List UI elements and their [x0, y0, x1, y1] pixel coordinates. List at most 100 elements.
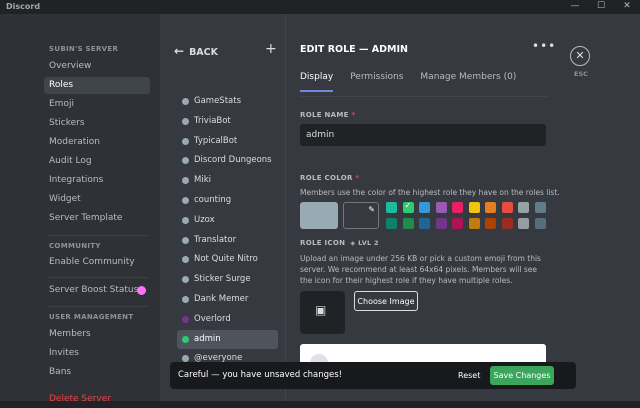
- server-header: SUBIN'S SERVER: [49, 45, 119, 53]
- page-title: EDIT ROLE — ADMIN: [300, 44, 408, 55]
- sidebar-item-label: Server Boost Status: [49, 285, 139, 295]
- community-header: COMMUNITY: [49, 242, 101, 250]
- color-swatch[interactable]: [485, 218, 496, 229]
- tab-manage-members[interactable]: Manage Members (0): [420, 72, 516, 92]
- sidebar-item-audit-log[interactable]: Audit Log: [44, 153, 150, 170]
- default-color-swatch[interactable]: [300, 202, 338, 229]
- role-name: admin: [194, 333, 221, 344]
- divider: [48, 277, 148, 278]
- upload-icon-box[interactable]: ▣: [300, 291, 345, 334]
- color-swatch[interactable]: [386, 218, 397, 229]
- add-role-icon[interactable]: +: [265, 41, 277, 57]
- color-swatch[interactable]: [435, 202, 447, 213]
- role-color-dot: [182, 256, 189, 264]
- color-swatch[interactable]: [452, 202, 463, 213]
- reset-button[interactable]: Reset: [458, 371, 480, 380]
- role-color-description: Members use the color of the highest rol…: [300, 188, 560, 197]
- role-icon-description: Upload an image under 256 KB or pick a c…: [300, 254, 541, 285]
- role-icon-label: ROLE ICON ◈ LVL 2: [300, 239, 379, 247]
- level-badge: ◈ LVL 2: [350, 239, 379, 247]
- back-button[interactable]: ← BACK: [174, 44, 218, 58]
- color-swatch[interactable]: [534, 202, 546, 213]
- role-item[interactable]: Miki: [177, 171, 278, 190]
- color-swatch[interactable]: [518, 202, 529, 213]
- role-name: Translator: [194, 234, 237, 245]
- sidebar-item-members[interactable]: Members: [44, 326, 150, 343]
- sidebar-item-emoji[interactable]: Emoji: [44, 96, 150, 113]
- image-add-icon: ▣: [315, 303, 327, 317]
- role-item[interactable]: Translator: [177, 231, 278, 250]
- color-swatch[interactable]: [501, 218, 513, 229]
- role-item[interactable]: Overlord: [177, 310, 278, 329]
- color-swatch[interactable]: [435, 218, 447, 229]
- role-item[interactable]: counting: [177, 191, 278, 210]
- sidebar-item-invites[interactable]: Invites: [44, 345, 150, 362]
- sidebar-item-server-template[interactable]: Server Template: [44, 210, 150, 227]
- sidebar-item-server-boost[interactable]: Server Boost Status: [44, 282, 150, 299]
- sidebar-item-integrations[interactable]: Integrations: [44, 172, 150, 189]
- close-window-icon[interactable]: ✕: [614, 0, 640, 14]
- color-swatch[interactable]: [534, 218, 546, 229]
- role-color-dot: [182, 335, 189, 343]
- roles-list: ← BACK + GameStats TriviaBot TypicalBot Disc…: [160, 14, 286, 401]
- color-swatch[interactable]: [419, 218, 430, 229]
- sidebar-item-delete-server[interactable]: Delete Server: [44, 391, 150, 408]
- more-options-icon[interactable]: •••: [532, 39, 556, 53]
- role-item[interactable]: TypicalBot: [177, 132, 278, 151]
- color-swatch[interactable]: [501, 202, 513, 213]
- role-item[interactable]: GameStats: [177, 92, 278, 111]
- color-swatch[interactable]: [518, 218, 529, 229]
- color-swatch[interactable]: [386, 202, 397, 213]
- close-icon[interactable]: ✕: [570, 46, 590, 66]
- role-color-dot: [182, 98, 189, 105]
- role-name-label: ROLE NAME *: [300, 111, 356, 119]
- role-name: Not Quite Nitro: [194, 254, 258, 265]
- custom-color-picker[interactable]: ✎: [343, 202, 379, 229]
- role-name: Discord Dungeons: [194, 155, 272, 166]
- role-color-label: ROLE COLOR *: [300, 174, 360, 182]
- color-swatch[interactable]: [468, 218, 480, 229]
- color-swatch[interactable]: [419, 202, 430, 213]
- color-swatch[interactable]: [402, 201, 414, 213]
- role-color-dot: [182, 276, 189, 284]
- user-management-header: USER MANAGEMENT: [49, 313, 134, 321]
- role-color-dot: [182, 296, 189, 303]
- minimize-icon[interactable]: —: [562, 0, 588, 14]
- sidebar-item-roles[interactable]: Roles: [44, 77, 150, 94]
- sidebar-item-overview[interactable]: Overview: [44, 58, 150, 75]
- role-color-dot: [182, 197, 189, 204]
- role-name: TypicalBot: [194, 135, 238, 146]
- sidebar-item-moderation[interactable]: Moderation: [44, 134, 150, 151]
- divider: [300, 96, 548, 97]
- maximize-icon[interactable]: ☐: [588, 0, 614, 14]
- role-item[interactable]: Uzox: [177, 211, 278, 230]
- role-name: GameStats: [194, 96, 242, 106]
- role-item[interactable]: TriviaBot: [177, 112, 278, 131]
- color-swatch[interactable]: [402, 218, 414, 229]
- settings-sidebar: SUBIN'S SERVER Overview Roles Emoji Stic…: [0, 14, 160, 404]
- tab-display[interactable]: Display: [300, 72, 334, 92]
- sidebar-item-widget[interactable]: Widget: [44, 191, 150, 208]
- role-item[interactable]: admin: [177, 329, 278, 349]
- role-item[interactable]: Not Quite Nitro: [177, 250, 278, 269]
- color-swatch[interactable]: [468, 202, 480, 213]
- role-item[interactable]: Dank Memer: [177, 290, 278, 309]
- save-changes-button[interactable]: Save Changes: [490, 366, 554, 385]
- boost-icon: [137, 286, 146, 295]
- sidebar-item-stickers[interactable]: Stickers: [44, 115, 150, 132]
- role-name: Overlord: [194, 313, 231, 324]
- role-name: Miki: [194, 175, 211, 186]
- divider: [48, 306, 148, 307]
- role-color-dot: [182, 315, 189, 323]
- choose-image-button[interactable]: Choose Image: [354, 291, 418, 311]
- color-swatch[interactable]: [485, 202, 496, 213]
- role-name: Dank Memer: [194, 294, 249, 304]
- role-name-input[interactable]: admin: [300, 124, 546, 146]
- role-item[interactable]: Discord Dungeons: [177, 151, 278, 170]
- role-name: Sticker Surge: [194, 274, 251, 285]
- tab-permissions[interactable]: Permissions: [350, 72, 403, 92]
- sidebar-item-enable-community[interactable]: Enable Community: [44, 254, 150, 271]
- sidebar-item-bans[interactable]: Bans: [44, 364, 150, 381]
- role-item[interactable]: Sticker Surge: [177, 270, 278, 289]
- color-swatch[interactable]: [452, 218, 463, 229]
